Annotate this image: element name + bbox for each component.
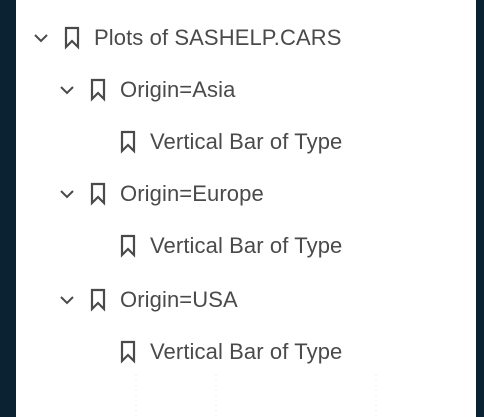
bookmark-icon [90,288,106,312]
tree-group-europe[interactable]: Origin=Europe [58,176,264,212]
app-window: Plots of SASHELP.CARS Origin=Asia Vertic… [0,0,484,417]
tree-item-asia-vertical-bar[interactable]: Vertical Bar of Type [120,124,342,160]
tree-group-usa[interactable]: Origin=USA [58,282,238,318]
tree-item-europe-vertical-bar[interactable]: Vertical Bar of Type [120,228,342,264]
tree-root-label: Plots of SASHELP.CARS [94,25,342,50]
tree-guide-lines [135,375,377,417]
tree-group-label: Origin=Europe [120,181,264,206]
bookmark-icon [120,234,136,258]
bookmark-icon [90,182,106,206]
tree-item-usa-vertical-bar[interactable]: Vertical Bar of Type [120,334,342,370]
tree-item-label: Vertical Bar of Type [150,233,343,258]
chevron-down-icon[interactable] [58,185,76,203]
bookmark-icon [90,78,106,102]
bookmark-icon [120,130,136,154]
tree-item-label: Vertical Bar of Type [150,339,343,364]
tree-group-asia[interactable]: Origin=Asia [58,72,235,108]
chevron-down-icon[interactable] [32,29,50,47]
chevron-down-icon[interactable] [58,81,76,99]
bookmarks-tree-panel: Plots of SASHELP.CARS Origin=Asia Vertic… [16,0,476,417]
tree-root[interactable]: Plots of SASHELP.CARS [32,20,341,56]
chevron-down-icon[interactable] [58,291,76,309]
tree-group-label: Origin=Asia [120,77,236,102]
tree-group-label: Origin=USA [120,287,238,312]
bookmark-icon [64,26,80,50]
tree-item-label: Vertical Bar of Type [150,129,343,154]
bookmark-icon [120,340,136,364]
